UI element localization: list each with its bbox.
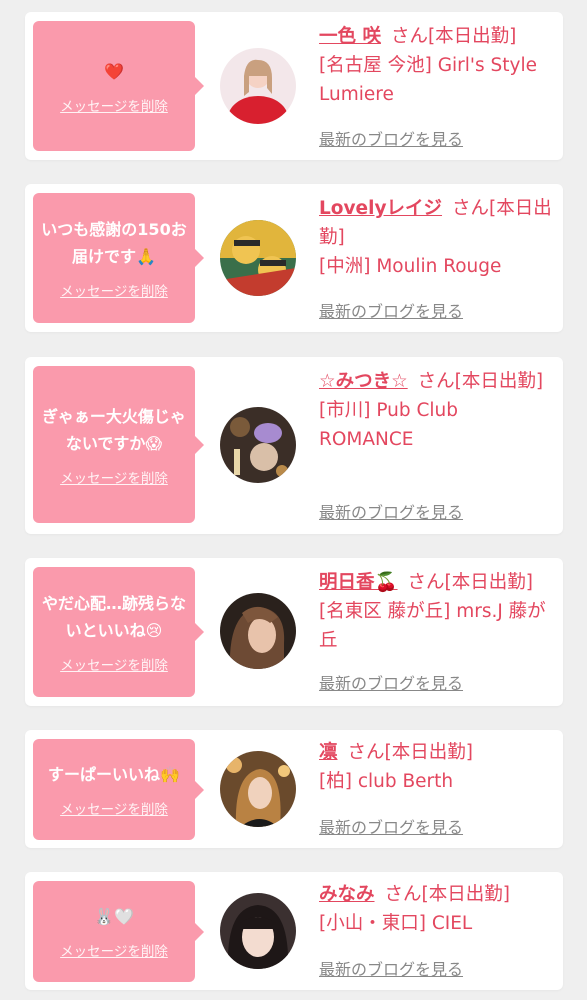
blog-link[interactable]: 最新のブログを見る (319, 126, 463, 150)
message-text: いつも感謝の150お届けです🙏 (41, 220, 187, 266)
cast-status: さん[本日出勤] (384, 884, 510, 905)
blog-link[interactable]: 最新のブログを見る (319, 499, 463, 523)
avatar-photo (220, 593, 296, 669)
message-text: ❤️ (104, 61, 124, 81)
cast-info: 一色 咲さん[本日出勤] [名古屋 今池] Girl's Style Lumie… (319, 22, 555, 109)
delete-message-link[interactable]: メッセージを削除 (60, 95, 168, 115)
delete-message-link[interactable]: メッセージを削除 (60, 940, 168, 960)
list-item: やだ心配…跡残らないといいね😢 メッセージを削除 明日香🍒 さん[本日出勤] [名… (25, 558, 563, 706)
avatar[interactable] (220, 751, 296, 827)
cast-name-link[interactable]: ☆みつき☆ (319, 371, 408, 392)
list-item: いつも感謝の150お届けです🙏 メッセージを削除 Lovelyレイジ さん[本日出… (25, 184, 563, 332)
cast-status: さん[本日出勤] (417, 371, 544, 392)
cast-info: 凛さん[本日出勤] [柏] club Berth (319, 738, 555, 796)
cast-info: 明日香🍒 さん[本日出勤] [名東区 藤が丘] mrs.J 藤が丘 (319, 568, 555, 655)
cast-name-link[interactable]: 凛 (319, 742, 338, 763)
shop-name: [柏] club Berth (319, 771, 454, 792)
avatar-photo (220, 220, 296, 296)
shop-name: [中洲] Moulin Rouge (319, 256, 502, 277)
delete-message-link[interactable]: メッセージを削除 (60, 654, 168, 674)
list-item: 🐰🤍 メッセージを削除 みなみ さん[本日出勤] [小山・東口] CIEL 最新の… (25, 872, 563, 990)
message-text: すーぱーいいね🙌 (48, 765, 180, 784)
cast-info: Lovelyレイジ さん[本日出勤] [中洲] Moulin Rouge (319, 194, 555, 281)
avatar-photo (220, 48, 296, 124)
message-bubble: すーぱーいいね🙌 メッセージを削除 (33, 739, 204, 840)
message-text: 🐰🤍 (94, 907, 134, 926)
list-item: すーぱーいいね🙌 メッセージを削除 凛さん[本日出勤] [柏] club Ber… (25, 730, 563, 848)
message-list: ❤️ メッセージを削除 一色 咲さん[本日出勤] [名古屋 今池] Girl's… (0, 0, 587, 1000)
cast-name-link[interactable]: みなみ (319, 884, 375, 905)
avatar[interactable] (220, 407, 296, 483)
shop-name: [名東区 藤が丘] mrs.J 藤が丘 (319, 601, 546, 651)
message-text: やだ心配…跡残らないといいね😢 (41, 594, 186, 640)
blog-link[interactable]: 最新のブログを見る (319, 298, 463, 322)
avatar[interactable] (220, 48, 296, 124)
cast-status: さん[本日出勤] (390, 26, 517, 47)
shop-name: [市川] Pub Club ROMANCE (319, 400, 459, 450)
cast-name-link[interactable]: 一色 咲 (319, 26, 381, 47)
cast-name-link[interactable]: 明日香🍒 (319, 572, 398, 593)
avatar-photo (220, 751, 296, 827)
message-bubble: やだ心配…跡残らないといいね😢 メッセージを削除 (33, 567, 204, 697)
cast-status: さん[本日出勤] (407, 572, 533, 593)
avatar[interactable] (220, 893, 296, 969)
list-item: ぎゃぁー大火傷じゃないですか😱 メッセージを削除 ☆みつき☆ さん[本日出勤] [… (25, 357, 563, 534)
avatar[interactable] (220, 593, 296, 669)
avatar-photo (220, 407, 296, 483)
blog-link[interactable]: 最新のブログを見る (319, 814, 463, 838)
shop-name: [名古屋 今池] Girl's Style Lumiere (319, 55, 537, 105)
cast-info: ☆みつき☆ さん[本日出勤] [市川] Pub Club ROMANCE (319, 367, 555, 454)
delete-message-link[interactable]: メッセージを削除 (60, 280, 168, 300)
message-bubble: 🐰🤍 メッセージを削除 (33, 881, 204, 982)
message-bubble: いつも感謝の150お届けです🙏 メッセージを削除 (33, 193, 204, 323)
delete-message-link[interactable]: メッセージを削除 (60, 467, 168, 487)
blog-link[interactable]: 最新のブログを見る (319, 956, 463, 980)
message-text: ぎゃぁー大火傷じゃないですか😱 (42, 406, 186, 453)
shop-name: [小山・東口] CIEL (319, 913, 473, 934)
list-item: ❤️ メッセージを削除 一色 咲さん[本日出勤] [名古屋 今池] Girl's… (25, 12, 563, 160)
cast-info: みなみ さん[本日出勤] [小山・東口] CIEL (319, 880, 555, 938)
message-bubble: ❤️ メッセージを削除 (33, 21, 204, 151)
delete-message-link[interactable]: メッセージを削除 (60, 798, 168, 818)
cast-status: さん[本日出勤] (347, 742, 473, 763)
blog-link[interactable]: 最新のブログを見る (319, 670, 463, 694)
avatar[interactable] (220, 220, 296, 296)
message-bubble: ぎゃぁー大火傷じゃないですか😱 メッセージを削除 (33, 366, 204, 523)
cast-name-link[interactable]: Lovelyレイジ (319, 198, 442, 219)
avatar-photo (220, 893, 296, 969)
